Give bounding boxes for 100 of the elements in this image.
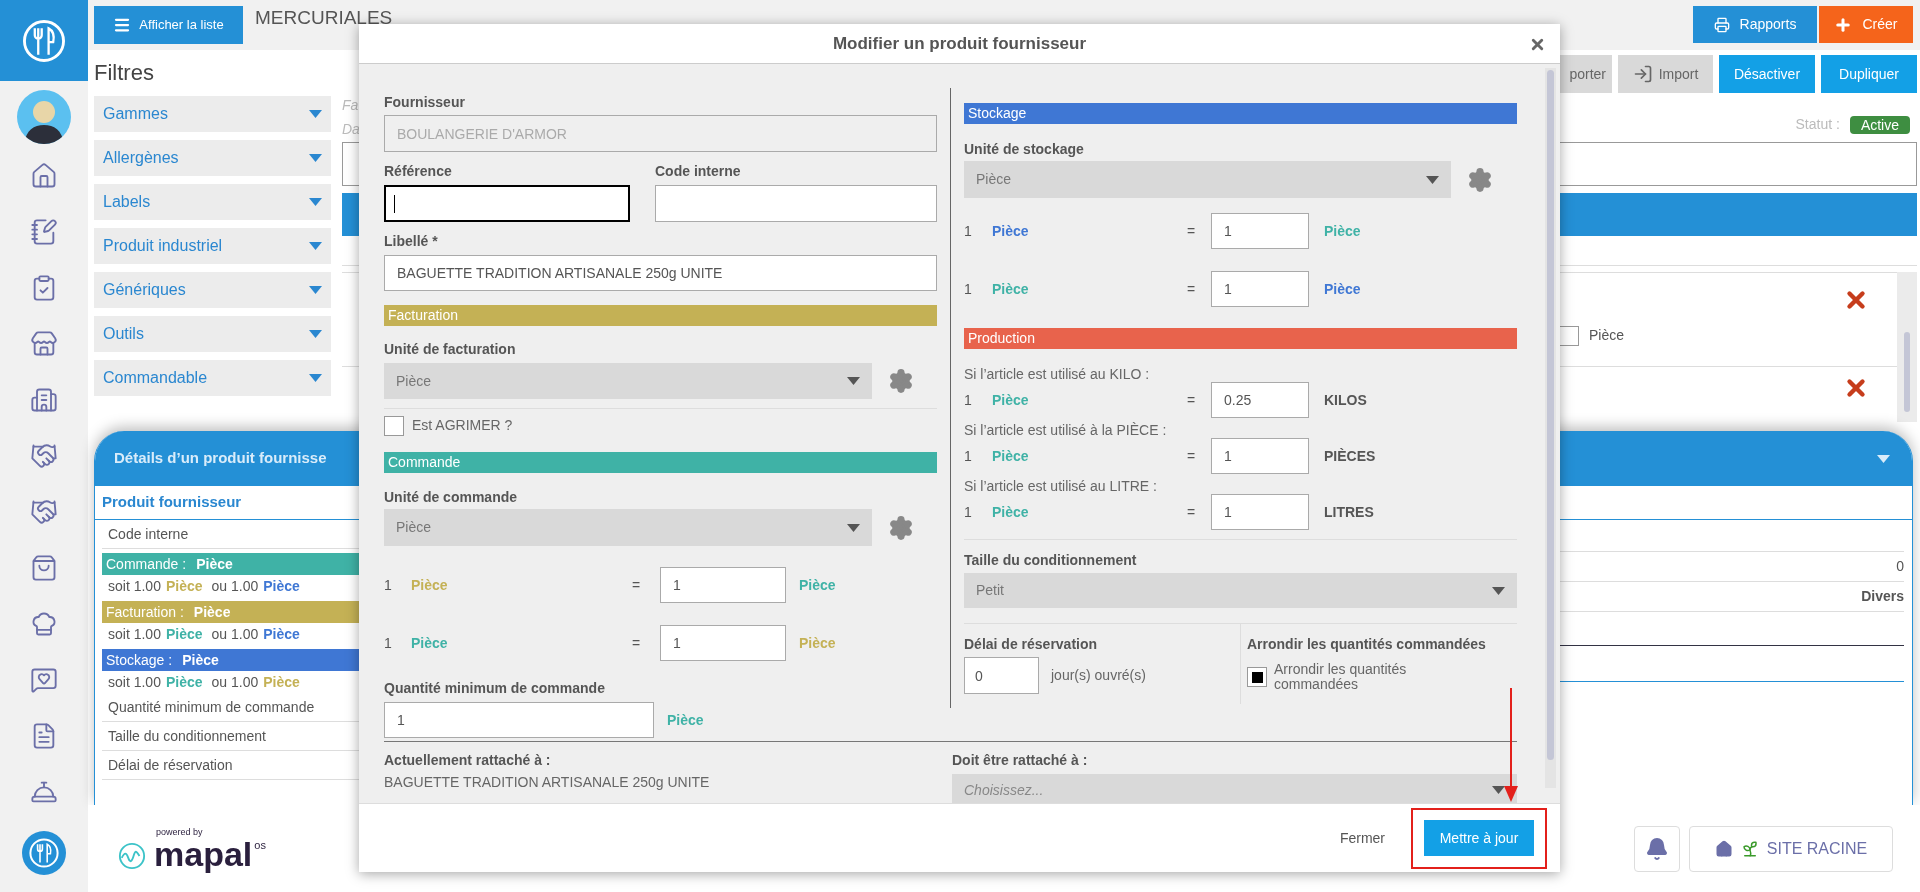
site-button[interactable]: SITE RACINE [1689,825,1893,872]
equals-sign: = [632,633,642,653]
band-value: Pièce [182,650,219,670]
filter-dropdown[interactable]: Allergènes [94,140,331,176]
chef-hat-icon[interactable] [30,610,58,638]
band-label: Stockage : [106,650,173,670]
import-button[interactable]: Import [1618,55,1713,93]
section-title: Produit fournisseur [102,492,242,513]
heart-message-icon[interactable] [30,666,58,694]
days-field[interactable]: 0 [964,657,1039,694]
caret-icon [1877,454,1890,463]
unit-label: Pièce [165,624,203,644]
select-field[interactable]: Pièce [384,363,872,399]
close-icon[interactable] [1529,36,1546,53]
select-field[interactable]: Choisissez... [952,774,1517,803]
notepad-icon[interactable] [30,218,58,246]
quantity-field[interactable]: 1 [384,702,654,738]
equals-sign: = [632,575,642,595]
input-field[interactable] [655,185,937,222]
input-field[interactable]: 1 [1211,213,1309,249]
scrollbar[interactable] [1897,272,1917,422]
bell-icon [1645,836,1669,861]
caret-icon [847,523,860,532]
text-cursor [394,194,395,213]
scrollbar[interactable] [1545,68,1556,788]
select-field[interactable]: Pièce [964,161,1451,198]
checkbox[interactable] [384,415,404,436]
input-field[interactable]: 1 [1211,271,1309,307]
show-list-button[interactable]: Afficher la liste [94,6,243,44]
quantity-text: 1 [964,446,973,466]
field-label: Délai de réservation [964,636,1099,652]
field-label: Code interne [655,163,742,179]
brand-suffix: os [254,837,266,853]
caret-icon [1492,786,1505,794]
field-label: Doit être rattaché à : [952,752,1089,768]
checkbox[interactable] [1247,667,1267,687]
input-field[interactable]: 0.25 [1211,382,1309,418]
bag-icon[interactable] [30,554,58,582]
unit-label: Pièce [1324,280,1361,297]
notification-button[interactable] [1634,825,1680,872]
status-badge: Active [1849,115,1910,134]
settings-icon[interactable] [1467,166,1493,193]
equals-sign: = [1187,390,1197,410]
caret-icon [309,110,322,118]
create-button[interactable]: Créer [1819,6,1913,43]
input-field[interactable] [384,185,630,222]
select-field[interactable]: Petit [964,573,1517,608]
action-button[interactable]: Dupliquer [1821,55,1917,93]
close-link[interactable]: Fermer [1339,827,1385,849]
section-header: Facturation [384,305,937,326]
input-field[interactable]: 1 [660,567,786,603]
status-label: Statut : [1795,115,1840,134]
logo-icon[interactable] [21,17,67,64]
update-button[interactable]: Mettre à jour [1424,820,1534,856]
action-button[interactable]: Désactiver [1719,55,1815,93]
filters-title: Filtres [94,60,155,86]
name-field[interactable]: BAGUETTE TRADITION ARTISANALE 250g UNITE [384,255,937,291]
input-field[interactable]: 1 [660,625,786,661]
settings-icon[interactable] [888,514,914,541]
avatar[interactable] [17,90,71,144]
unit-label: KILOS [1324,391,1367,408]
handshake-icon[interactable] [30,442,58,470]
home-icon[interactable] [30,162,58,190]
logo-icon[interactable] [28,837,60,869]
select-field[interactable]: Pièce [384,509,872,546]
unit-label: Pièce [992,502,1030,522]
filter-dropdown[interactable]: Gammes [94,96,331,132]
filter-dropdown[interactable]: Outils [94,316,331,352]
input-field[interactable]: 1 [1211,494,1309,530]
caret-icon [309,198,322,206]
unit-label: Pièce [263,576,300,596]
logo-tile[interactable] [0,0,88,81]
filter-dropdown[interactable]: Produit industriel [94,228,331,264]
field-label: Unité de facturation [384,341,517,357]
filter-dropdown[interactable]: Labels [94,184,331,220]
caret-icon [309,286,322,294]
quantity-text: 1 [384,633,393,653]
input-field[interactable]: 1 [1211,438,1309,474]
store-icon[interactable] [30,330,58,358]
band-label: Commande : [106,554,187,574]
conversion-text: soit 1.00 [108,672,161,692]
building-icon[interactable] [30,386,58,414]
conversion-text: ou 1.00 [211,624,259,644]
checkbox[interactable] [1559,325,1579,346]
unit-label: Pièce [411,575,449,595]
caret-icon [309,330,322,338]
filter-dropdown[interactable]: Commandable [94,360,331,396]
reports-button[interactable]: Rapports [1693,6,1817,43]
checkbox-label: Arrondir les quantités commandées [1274,662,1408,692]
caret-icon [309,154,322,162]
row-label: Délai de réservation [108,755,233,775]
logo-badge[interactable] [22,831,66,875]
quantity-text: 1 [384,575,393,595]
quantity-text: 1 [964,279,973,299]
handshake-icon[interactable] [30,498,58,526]
filter-dropdown[interactable]: Génériques [94,272,331,308]
field-label: Actuellement rattaché à : [384,752,552,768]
settings-icon[interactable] [888,368,914,394]
field-label: Taille du conditionnement [964,552,1138,568]
conversion-text: soit 1.00 [108,576,161,596]
